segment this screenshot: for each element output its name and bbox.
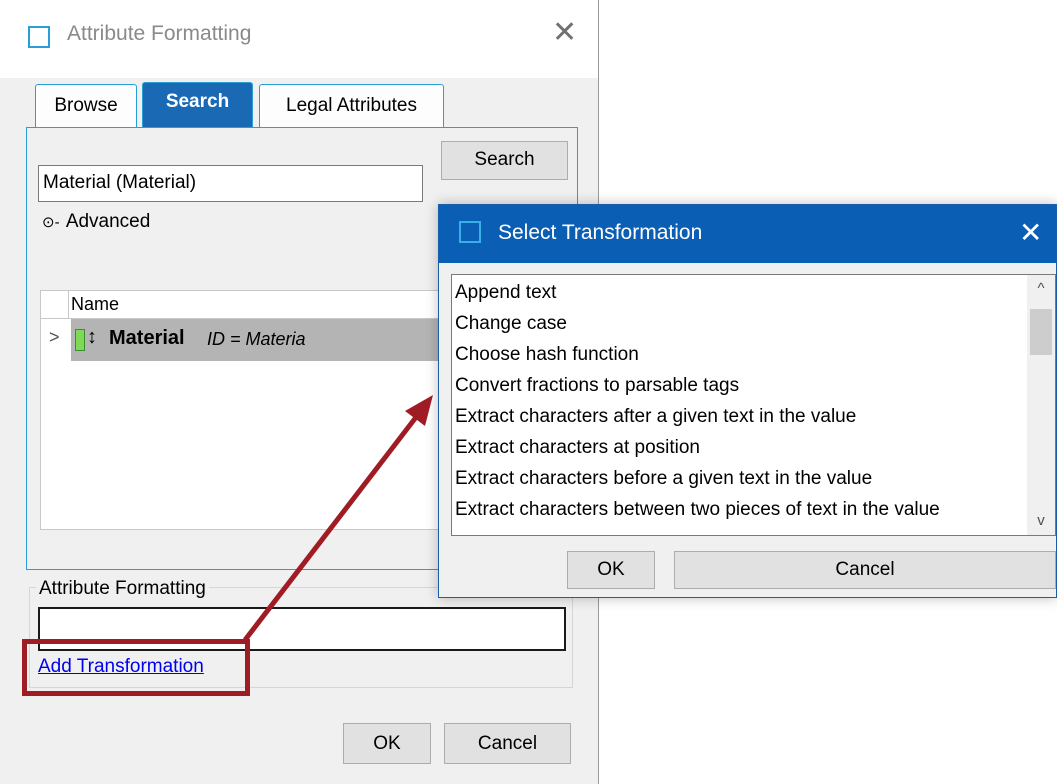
- list-item[interactable]: Extract characters before a given text i…: [455, 463, 872, 494]
- transform-title-bar: Select Transformation ✕: [439, 205, 1056, 263]
- list-item[interactable]: Extract characters at position: [455, 432, 700, 463]
- column-header-name[interactable]: Name: [71, 294, 119, 315]
- tab-browse[interactable]: Browse: [35, 84, 137, 128]
- window-icon: [459, 221, 481, 243]
- expand-radio-icon: ⊙-: [42, 214, 60, 231]
- advanced-label: Advanced: [65, 211, 151, 232]
- search-button[interactable]: Search: [441, 141, 568, 180]
- window-icon: [28, 26, 50, 48]
- attribute-name: Material: [109, 327, 185, 349]
- attribute-icon: [75, 329, 85, 351]
- sort-arrows-icon: ↕: [87, 326, 97, 348]
- search-input[interactable]: Material (Material): [38, 165, 423, 202]
- ok-button[interactable]: OK: [567, 551, 655, 589]
- attribute-id: ID = Materia: [207, 329, 306, 349]
- table-row[interactable]: > ↕ Material ID = Materia: [41, 319, 441, 361]
- close-icon[interactable]: ✕: [1019, 216, 1042, 249]
- main-title-bar: Attribute Formatting ✕: [0, 0, 598, 78]
- transform-dialog-title: Select Transformation: [498, 221, 703, 244]
- attribute-formatting-group-label: Attribute Formatting: [36, 578, 209, 600]
- list-item[interactable]: Change case: [455, 308, 567, 339]
- chevron-up-icon[interactable]: ^: [1027, 275, 1055, 303]
- row-header-corner: [41, 291, 69, 319]
- advanced-toggle[interactable]: ⊙- Advanced: [42, 211, 150, 233]
- ok-button[interactable]: OK: [343, 723, 431, 764]
- list-item[interactable]: Choose hash function: [455, 339, 639, 370]
- cancel-button[interactable]: Cancel: [674, 551, 1056, 589]
- tab-search[interactable]: Search: [142, 82, 253, 128]
- list-item[interactable]: Extract characters between two pieces of…: [455, 494, 940, 525]
- scrollbar-thumb[interactable]: [1030, 309, 1052, 355]
- list-item[interactable]: Extract characters after a given text in…: [455, 401, 856, 432]
- vertical-scrollbar[interactable]: ^ v: [1027, 275, 1055, 535]
- name-cell[interactable]: ↕ Material ID = Materia: [71, 319, 441, 361]
- cancel-button[interactable]: Cancel: [444, 723, 571, 764]
- grid-header: Name: [41, 291, 439, 319]
- chevron-down-icon[interactable]: v: [1027, 507, 1055, 535]
- main-dialog-title: Attribute Formatting: [67, 22, 252, 45]
- list-item[interactable]: Convert fractions to parsable tags: [455, 370, 739, 401]
- transformation-list[interactable]: Append text Change case Choose hash func…: [451, 274, 1056, 536]
- tab-legal-attributes[interactable]: Legal Attributes: [259, 84, 444, 128]
- list-item[interactable]: Append text: [455, 277, 556, 308]
- chevron-right-icon[interactable]: >: [49, 327, 60, 348]
- select-transformation-dialog: Select Transformation ✕ Append text Chan…: [438, 204, 1057, 598]
- callout-highlight-box: [22, 639, 250, 696]
- close-icon[interactable]: ✕: [552, 18, 577, 48]
- results-grid: Name > ↕ Material ID = Materia: [40, 290, 441, 530]
